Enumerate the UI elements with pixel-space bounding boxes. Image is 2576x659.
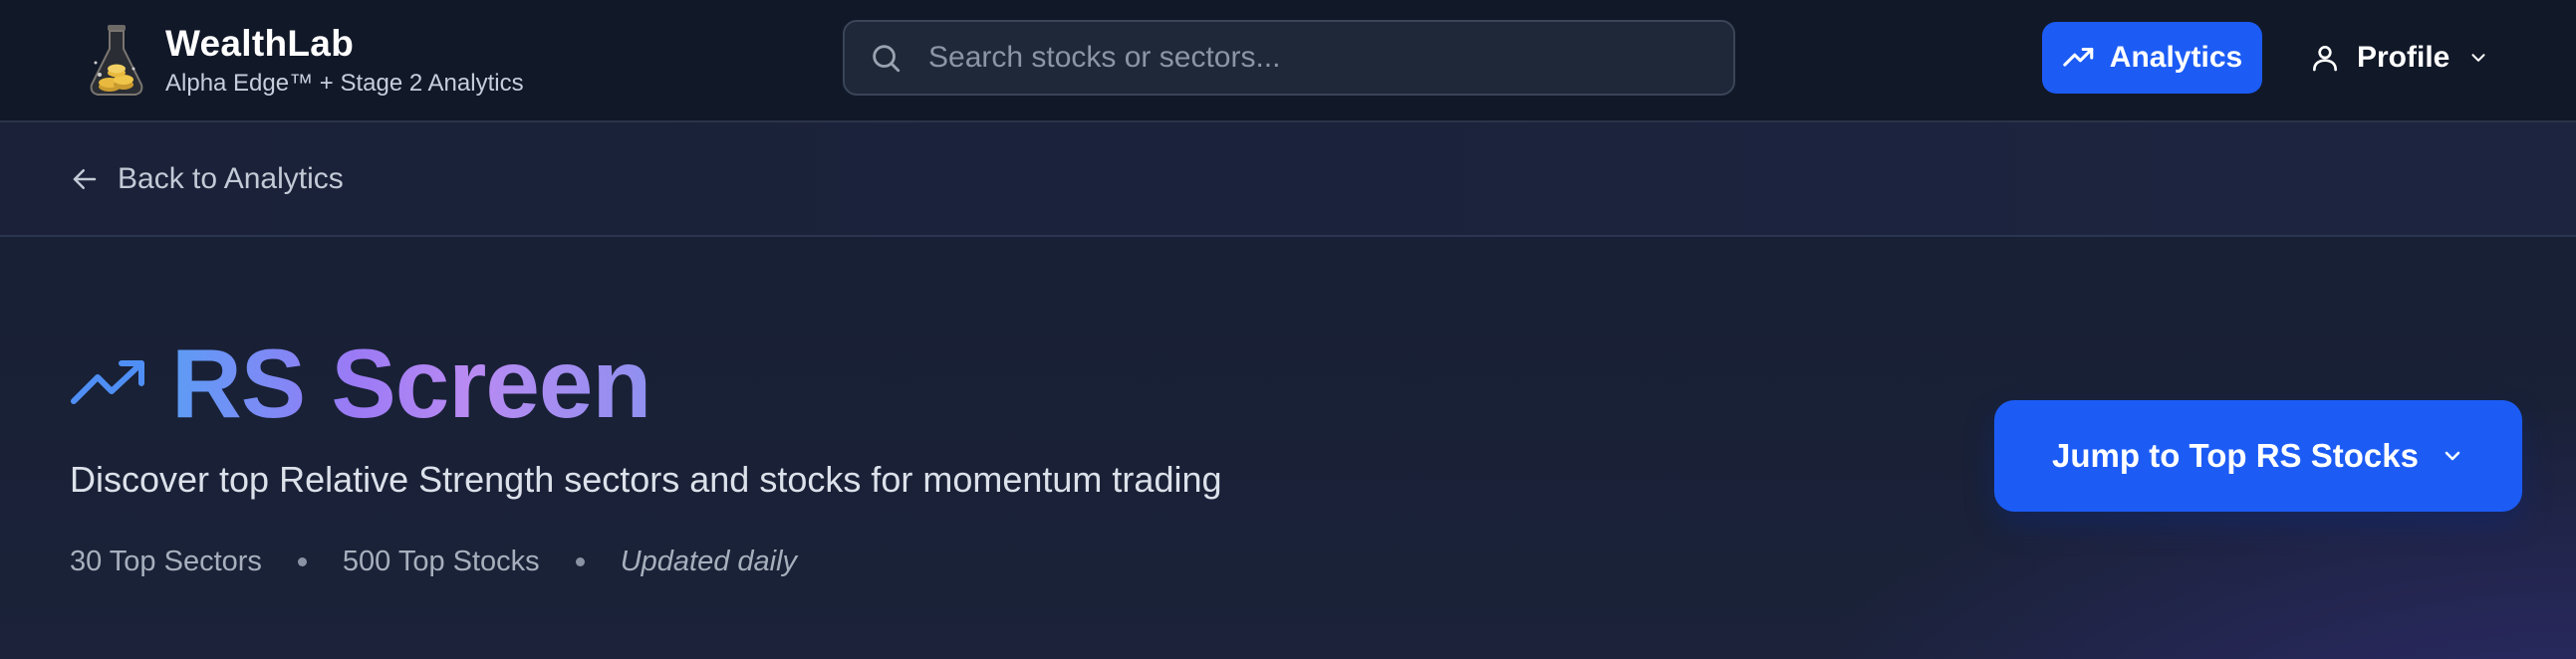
- search-bar[interactable]: [843, 20, 1735, 96]
- sub-navbar: Back to Analytics: [0, 122, 2576, 237]
- profile-menu[interactable]: Profile: [2309, 22, 2489, 94]
- separator-dot: [297, 556, 307, 566]
- chevron-down-icon: [2445, 451, 2460, 461]
- back-link-label: Back to Analytics: [118, 162, 344, 195]
- update-frequency: Updated daily: [620, 546, 798, 577]
- trending-up-icon: [2063, 47, 2094, 67]
- brand-subtitle: Alpha Edge™ + Stage 2 Analytics: [165, 70, 524, 97]
- trending-up-icon: [71, 360, 144, 404]
- page: WealthLab Alpha Edge™ + Stage 2 Analytic…: [0, 0, 2576, 659]
- separator-dot: [575, 556, 585, 566]
- top-sectors-count: 30 Top Sectors: [70, 546, 262, 577]
- title-row: RS Screen: [70, 329, 651, 438]
- jump-button-label: Jump to Top RS Stocks: [2052, 437, 2419, 474]
- flask-with-coins-icon: [90, 25, 143, 96]
- page-title: RS Screen: [171, 329, 651, 438]
- profile-label: Profile: [2357, 41, 2450, 74]
- brand-name: WealthLab: [165, 23, 355, 64]
- top-navbar: WealthLab Alpha Edge™ + Stage 2 Analytic…: [0, 0, 2576, 122]
- chevron-down-icon: [2471, 54, 2485, 62]
- page-subtitle: Discover top Relative Strength sectors a…: [70, 459, 1222, 500]
- search-input[interactable]: [928, 41, 1705, 75]
- back-to-analytics-link[interactable]: Back to Analytics: [70, 156, 344, 202]
- analytics-button-label: Analytics: [2109, 41, 2243, 74]
- arrow-left-icon: [73, 169, 97, 189]
- brand[interactable]: WealthLab Alpha Edge™ + Stage 2 Analytic…: [82, 18, 524, 104]
- top-stocks-count: 500 Top Stocks: [342, 546, 540, 577]
- hero-section: RS Screen Discover top Relative Strength…: [0, 237, 2576, 659]
- user-icon: [2313, 46, 2337, 72]
- meta-info: 30 Top Sectors 500 Top Stocks Updated da…: [70, 542, 797, 581]
- jump-to-top-rs-stocks-button[interactable]: Jump to Top RS Stocks: [1994, 400, 2522, 512]
- search-icon: [873, 45, 901, 73]
- analytics-button[interactable]: Analytics: [2042, 22, 2262, 94]
